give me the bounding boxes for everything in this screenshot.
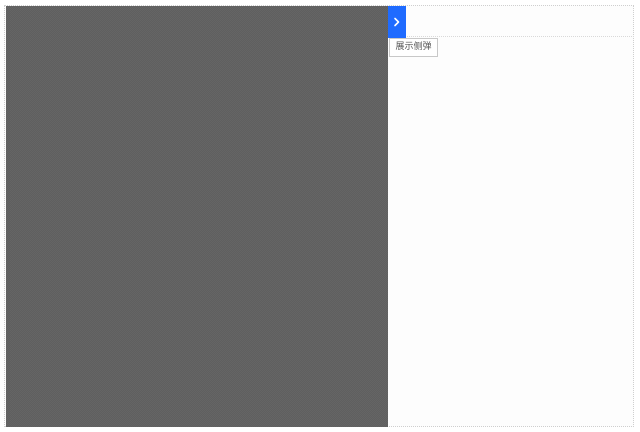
panel-header-divider bbox=[388, 36, 634, 37]
show-drawer-button[interactable]: 展示侧弹 bbox=[389, 38, 438, 57]
chevron-right-icon bbox=[393, 17, 401, 27]
drawer-mask-overlay[interactable] bbox=[6, 6, 388, 427]
drawer-toggle-tab[interactable] bbox=[388, 6, 406, 38]
